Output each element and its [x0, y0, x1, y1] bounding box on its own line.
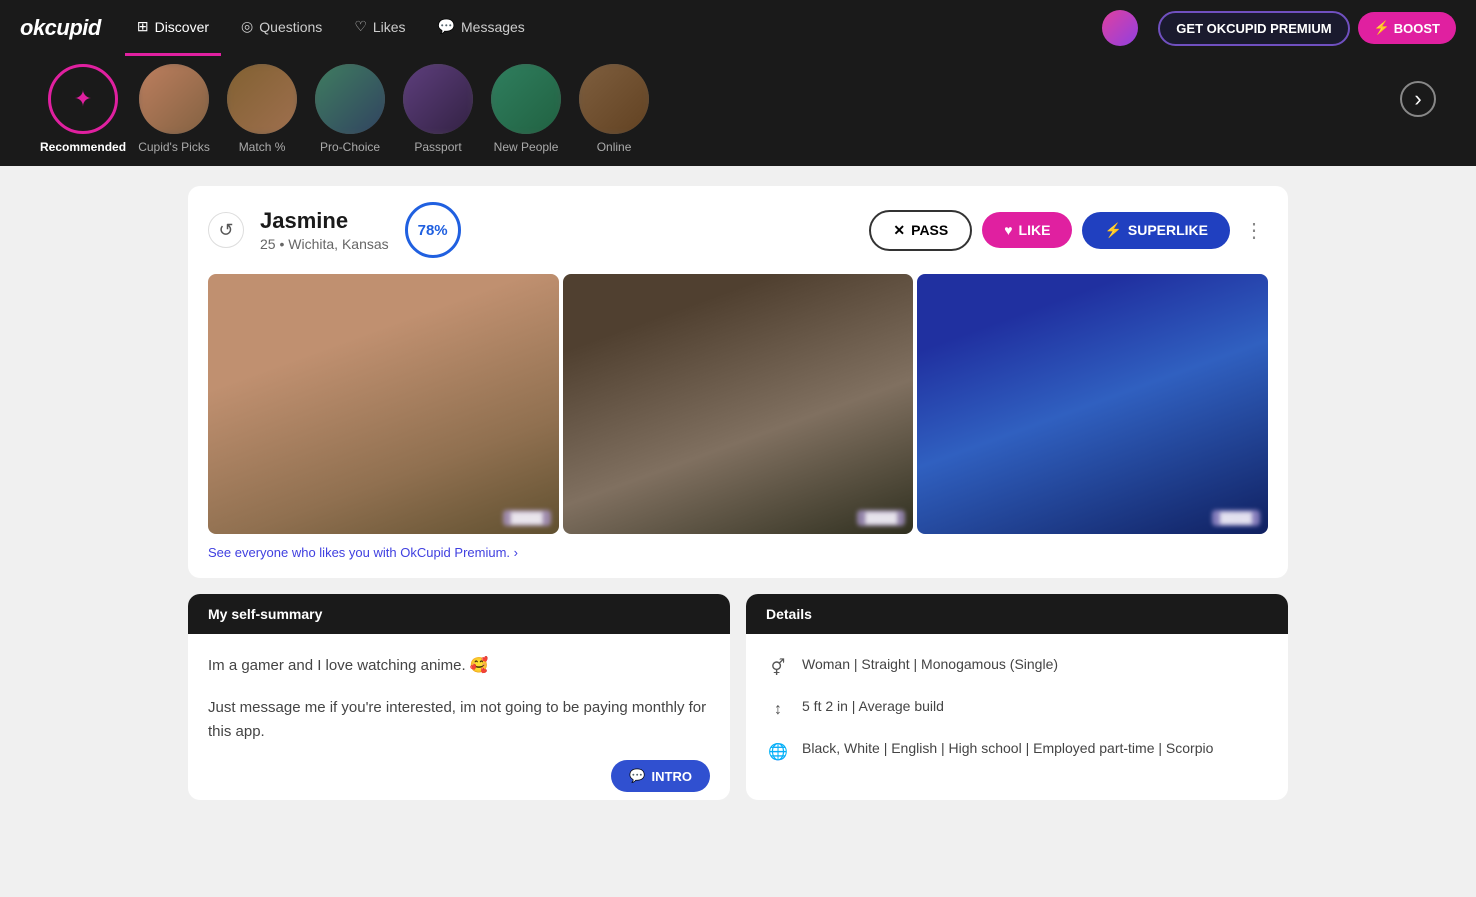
self-summary-header: My self-summary — [188, 594, 730, 634]
chevron-right-icon — [1414, 86, 1421, 112]
passport-thumb — [403, 64, 473, 134]
likes-icon: ♡ — [354, 18, 367, 35]
superlike-icon: ⚡ — [1104, 222, 1121, 239]
messages-icon: 💬 — [438, 18, 455, 35]
profile-age: 25 — [260, 236, 276, 252]
summary-text-2: Just message me if you're interested, im… — [208, 696, 710, 744]
heart-icon: ♥ — [1004, 222, 1012, 238]
category-next-button[interactable] — [1400, 81, 1436, 117]
more-icon: ⋮ — [1244, 220, 1264, 242]
profile-identity: Jasmine 25 • Wichita, Kansas — [260, 208, 389, 252]
cupids-picks-thumb — [139, 64, 209, 134]
nav-likes[interactable]: ♡ Likes — [342, 0, 417, 56]
intro-label: INTRO — [652, 769, 692, 784]
new-people-thumb — [491, 64, 561, 134]
profile-name: Jasmine — [260, 208, 389, 234]
online-thumb — [579, 64, 649, 134]
profile-actions: ✕ PASS ♥ LIKE ⚡ SUPERLIKE ⋮ — [869, 210, 1268, 251]
user-avatar[interactable] — [1102, 10, 1138, 46]
nav-discover[interactable]: ⊞ Discover — [125, 0, 221, 56]
photo-3-overlay: ▓▓▓▓ — [1212, 510, 1260, 526]
boost-label: BOOST — [1394, 21, 1440, 36]
category-online[interactable]: Online — [574, 64, 654, 154]
nav-messages-label: Messages — [461, 19, 525, 35]
brand-logo[interactable]: okcupid — [20, 15, 101, 41]
like-label: LIKE — [1019, 222, 1051, 238]
profile-header: Jasmine 25 • Wichita, Kansas 78% ✕ PASS … — [188, 186, 1288, 274]
category-cupids-picks[interactable]: Cupid's Picks — [134, 64, 214, 154]
match-percent-value: 78% — [418, 222, 448, 239]
category-new-people[interactable]: New People — [486, 64, 566, 154]
category-recommended[interactable]: ✦ Recommended — [40, 64, 126, 154]
questions-icon: ◎ — [241, 18, 253, 35]
recommended-label: Recommended — [40, 140, 126, 154]
intro-button[interactable]: 💬 INTRO — [611, 760, 710, 792]
recommended-icon: ✦ — [74, 86, 92, 112]
detail-height-text: 5 ft 2 in | Average build — [802, 696, 944, 717]
nav-questions-label: Questions — [259, 19, 322, 35]
cupids-picks-label: Cupid's Picks — [138, 140, 210, 154]
undo-button[interactable] — [208, 212, 244, 248]
category-bar: ✦ Recommended Cupid's Picks Match % Pro-… — [0, 56, 1476, 166]
detail-row-height: ↕ 5 ft 2 in | Average build — [766, 696, 1268, 722]
superlike-label: SUPERLIKE — [1128, 222, 1208, 238]
detail-gender-text: Woman | Straight | Monogamous (Single) — [802, 654, 1058, 675]
photo-1-overlay: ▓▓▓▓ — [503, 510, 551, 526]
boost-icon: ⚡ — [1374, 20, 1390, 36]
x-icon: ✕ — [893, 222, 905, 239]
match-thumb — [227, 64, 297, 134]
main-content: Jasmine 25 • Wichita, Kansas 78% ✕ PASS … — [168, 166, 1308, 820]
summary-text-1: Im a gamer and I love watching anime. 🥰 — [208, 654, 710, 678]
undo-icon — [218, 220, 233, 241]
more-options-button[interactable]: ⋮ — [1240, 214, 1268, 247]
category-passport[interactable]: Passport — [398, 64, 478, 154]
nav-messages[interactable]: 💬 Messages — [426, 0, 537, 56]
match-percent-circle: 78% — [405, 202, 461, 258]
details-card: Details ⚥ Woman | Straight | Monogamous … — [746, 594, 1288, 800]
photo-2-overlay: ▓▓▓▓ — [857, 510, 905, 526]
navigation: okcupid ⊞ Discover ◎ Questions ♡ Likes 💬… — [0, 0, 1476, 56]
recommended-thumb: ✦ — [48, 64, 118, 134]
self-summary-body: Im a gamer and I love watching anime. 🥰 … — [188, 634, 730, 764]
nav-questions[interactable]: ◎ Questions — [229, 0, 334, 56]
pass-button[interactable]: ✕ PASS — [869, 210, 972, 251]
detail-row-gender: ⚥ Woman | Straight | Monogamous (Single) — [766, 654, 1268, 680]
profile-card: Jasmine 25 • Wichita, Kansas 78% ✕ PASS … — [188, 186, 1288, 578]
superlike-button[interactable]: ⚡ SUPERLIKE — [1082, 212, 1230, 249]
nav-likes-label: Likes — [373, 19, 406, 35]
profile-photo-1[interactable]: ▓▓▓▓ — [208, 274, 559, 534]
pro-choice-thumb — [315, 64, 385, 134]
profile-location: Wichita, Kansas — [288, 236, 388, 252]
premium-notice: See everyone who likes you with OkCupid … — [188, 534, 1288, 578]
new-people-label: New People — [494, 140, 559, 154]
globe-icon: 🌐 — [766, 740, 790, 764]
online-label: Online — [597, 140, 632, 154]
premium-button[interactable]: GET OKCUPID PREMIUM — [1158, 11, 1349, 46]
profile-separator: • — [279, 236, 288, 252]
pass-label: PASS — [911, 222, 948, 238]
profile-photo-2[interactable]: ▓▓▓▓ — [563, 274, 914, 534]
details-header: Details — [746, 594, 1288, 634]
details-body: ⚥ Woman | Straight | Monogamous (Single)… — [746, 634, 1288, 800]
height-icon: ↕ — [766, 698, 790, 722]
category-match[interactable]: Match % — [222, 64, 302, 154]
profile-age-location: 25 • Wichita, Kansas — [260, 236, 389, 252]
profile-photo-3[interactable]: ▓▓▓▓ — [917, 274, 1268, 534]
nav-discover-label: Discover — [155, 19, 209, 35]
detail-background-text: Black, White | English | High school | E… — [802, 738, 1213, 759]
passport-label: Passport — [414, 140, 461, 154]
pro-choice-label: Pro-Choice — [320, 140, 380, 154]
category-pro-choice[interactable]: Pro-Choice — [310, 64, 390, 154]
like-button[interactable]: ♥ LIKE — [982, 212, 1072, 248]
self-summary-card: My self-summary Im a gamer and I love wa… — [188, 594, 730, 800]
premium-link[interactable]: See everyone who likes you with OkCupid … — [208, 545, 518, 560]
detail-row-background: 🌐 Black, White | English | High school |… — [766, 738, 1268, 764]
match-label: Match % — [239, 140, 286, 154]
gender-icon: ⚥ — [766, 656, 790, 680]
profile-sections: My self-summary Im a gamer and I love wa… — [188, 594, 1288, 800]
profile-photos: ▓▓▓▓ ▓▓▓▓ ▓▓▓▓ — [188, 274, 1288, 534]
intro-chat-icon: 💬 — [629, 768, 645, 784]
boost-button[interactable]: ⚡ BOOST — [1358, 12, 1456, 44]
discover-icon: ⊞ — [137, 18, 149, 35]
